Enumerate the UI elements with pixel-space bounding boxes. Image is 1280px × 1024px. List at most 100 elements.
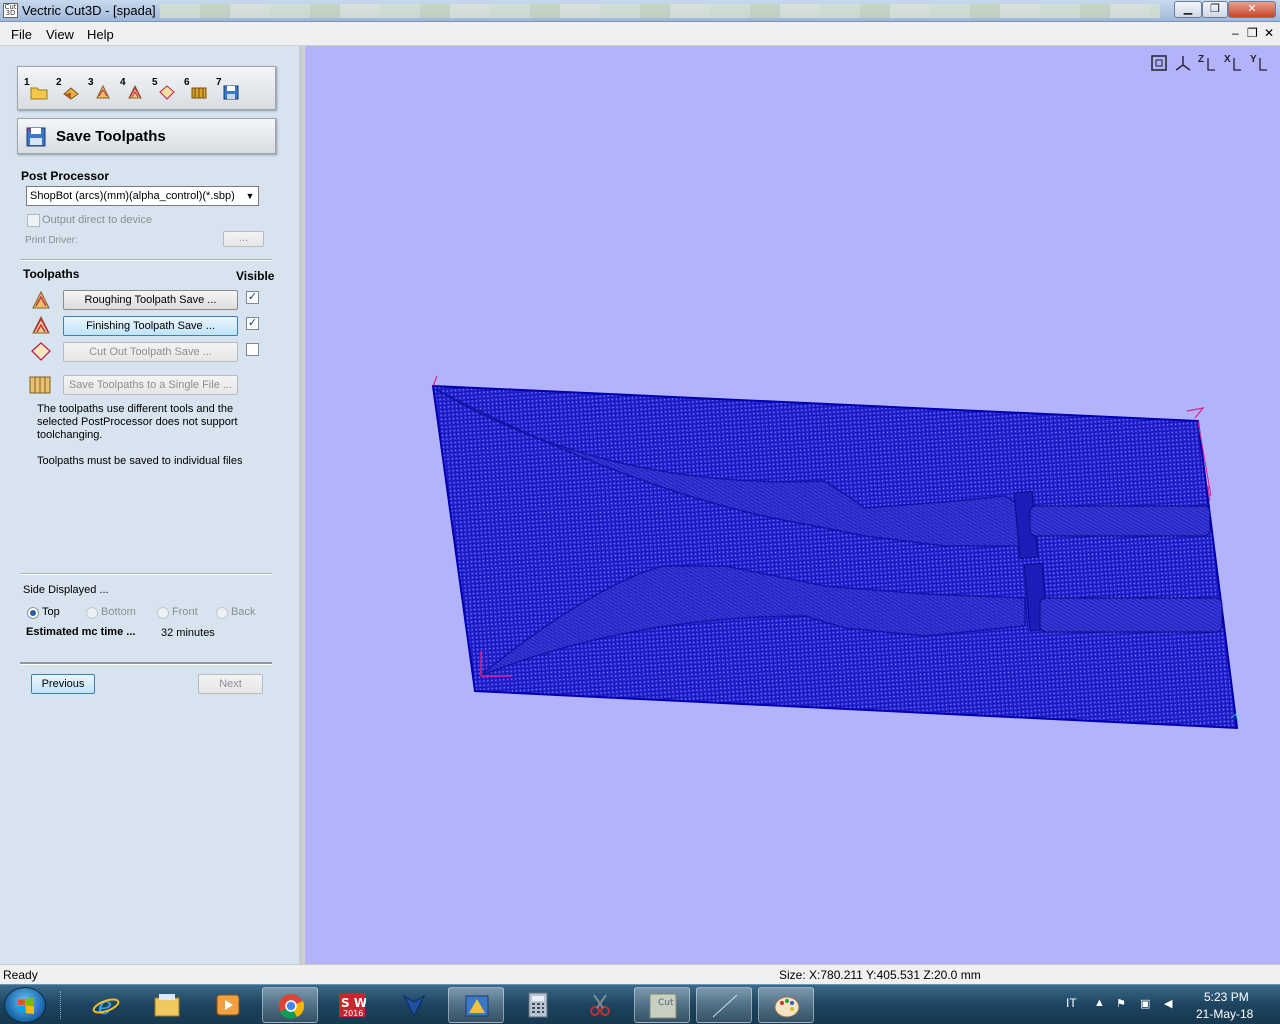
start-button[interactable] xyxy=(4,987,46,1023)
roughing-toolpath-icon xyxy=(32,290,50,309)
calculator-icon[interactable] xyxy=(510,987,566,1023)
finishing-visible-checkbox[interactable]: ✓ xyxy=(246,317,259,330)
solidworks-label: S W xyxy=(341,996,366,1010)
mdi-restore-button[interactable]: ❐ xyxy=(1247,26,1258,40)
left-panel: 1 2 3 4 5 6 7 Save Toolpaths Post Proces… xyxy=(0,46,302,964)
internet-explorer-icon[interactable]: e xyxy=(78,987,134,1023)
step1-open-icon[interactable]: 1 xyxy=(24,77,50,103)
snipping-icon[interactable] xyxy=(572,987,628,1023)
menu-bar: File View Help – ❐ ✕ xyxy=(0,22,1280,46)
clock-date[interactable]: 21-May-18 xyxy=(1196,1007,1253,1021)
window-icon[interactable] xyxy=(696,987,752,1023)
lower-handle xyxy=(1039,597,1223,633)
cut3d-label: Cut 3D xyxy=(658,998,677,1008)
cutout-save-button[interactable]: Cut Out Toolpath Save ... xyxy=(63,342,238,362)
volume-icon[interactable]: ◀ xyxy=(1164,997,1178,1011)
svg-text:e: e xyxy=(98,992,112,1018)
step-number: 1 xyxy=(24,77,30,88)
fit-view-icon[interactable] xyxy=(1150,54,1170,74)
minimize-button[interactable]: ▁ xyxy=(1174,1,1202,18)
side-back-radio[interactable] xyxy=(216,607,228,619)
status-bar: Ready Size: X:780.211 Y:405.531 Z:20.0 m… xyxy=(0,964,1280,984)
view-y-icon[interactable]: Y xyxy=(1250,54,1270,74)
post-processor-select[interactable]: ShopBot (arcs)(mm)(alpha_control)(*.sbp)… xyxy=(26,186,259,206)
step6-preview-icon[interactable]: 6 xyxy=(184,77,210,103)
single-file-icon xyxy=(29,376,51,394)
network-icon[interactable]: ▣ xyxy=(1140,997,1154,1011)
toolpath-preview[interactable] xyxy=(305,46,1280,964)
cutout-visible-checkbox[interactable] xyxy=(246,343,259,356)
estimated-time-label: Estimated mc time ... xyxy=(26,626,136,638)
cut3d-tool-icon[interactable] xyxy=(448,987,504,1023)
cut3d-icon[interactable]: Cut 3D xyxy=(634,987,690,1023)
iso-view-icon[interactable] xyxy=(1174,54,1194,74)
view-x-icon[interactable]: X xyxy=(1224,54,1244,74)
side-back-label: Back xyxy=(231,606,256,618)
panel-header: Save Toolpaths xyxy=(17,118,276,154)
step2-orient-icon[interactable]: 2 xyxy=(56,77,82,103)
print-driver-label: Print Driver: xyxy=(25,235,78,246)
close-button[interactable]: ✕ xyxy=(1228,1,1276,18)
model-size-text: Size: X:780.211 Y:405.531 Z:20.0 mm xyxy=(779,968,981,982)
side-top-radio[interactable] xyxy=(27,607,39,619)
action-center-icon[interactable]: ⚑ xyxy=(1116,997,1130,1011)
paint-icon[interactable] xyxy=(758,987,814,1023)
wizard-toolbar: 1 2 3 4 5 6 7 xyxy=(17,66,276,110)
next-button[interactable]: Next xyxy=(198,674,263,694)
save-single-file-button[interactable]: Save Toolpaths to a Single File ... xyxy=(63,375,238,395)
view-x-label: X xyxy=(1224,54,1231,65)
output-direct-label: Output direct to device xyxy=(42,214,153,226)
view-z-icon[interactable]: Z xyxy=(1198,54,1218,74)
maximize-button[interactable]: ❐ xyxy=(1202,1,1228,18)
3d-viewport[interactable]: Z X Y xyxy=(305,46,1280,964)
language-indicator[interactable]: IT xyxy=(1066,996,1077,1010)
taskbar: e S W2016 Cut 3D IT ▲ ⚑ ▣ ◀ 5:23 PM 21-M… xyxy=(0,984,1280,1024)
menu-file[interactable]: File xyxy=(11,27,32,42)
mdi-close-button[interactable]: ✕ xyxy=(1264,26,1274,40)
mdi-minimize-button[interactable]: – xyxy=(1232,26,1239,40)
side-displayed-label: Side Displayed ... xyxy=(23,584,109,596)
post-processor-label: Post Processor xyxy=(21,169,110,183)
step-number: 2 xyxy=(56,77,62,88)
toolchange-info-text: The toolpaths use different tools and th… xyxy=(37,403,238,441)
file-explorer-icon[interactable] xyxy=(139,987,195,1023)
side-bottom-label: Bottom xyxy=(101,606,136,618)
side-bottom-radio[interactable] xyxy=(86,607,98,619)
individual-files-info-text: Toolpaths must be saved to individual fi… xyxy=(37,455,243,467)
show-hidden-icons-icon[interactable]: ▲ xyxy=(1094,997,1108,1011)
previous-button[interactable]: Previous xyxy=(31,674,95,694)
step5-cutout-icon[interactable]: 5 xyxy=(152,77,178,103)
output-direct-checkbox[interactable] xyxy=(27,214,40,227)
side-front-radio[interactable] xyxy=(157,607,169,619)
window-title: Vectric Cut3D - [spada] xyxy=(22,3,156,18)
print-driver-button[interactable]: ... xyxy=(223,231,264,247)
divider xyxy=(20,573,272,575)
clock-time[interactable]: 5:23 PM xyxy=(1204,990,1249,1004)
media-player-icon[interactable] xyxy=(200,987,256,1023)
step7-save-icon[interactable]: 7 xyxy=(216,77,242,103)
chevron-down-icon[interactable]: ▼ xyxy=(242,187,258,205)
estimated-time-value: 32 minutes xyxy=(161,627,215,639)
solidworks-icon[interactable]: S W 2016 xyxy=(324,987,380,1023)
step4-finishing-icon[interactable]: 4 xyxy=(120,77,146,103)
solidworks-year: 2016 xyxy=(343,1009,363,1018)
taskbar-grip xyxy=(60,991,66,1019)
menu-view[interactable]: View xyxy=(46,27,74,42)
panel-title: Save Toolpaths xyxy=(56,128,166,145)
save-disk-icon xyxy=(26,127,46,147)
finishing-save-button[interactable]: Finishing Toolpath Save ... xyxy=(63,316,238,336)
menu-help[interactable]: Help xyxy=(87,27,114,42)
roughing-visible-checkbox[interactable]: ✓ xyxy=(246,291,259,304)
step-number: 4 xyxy=(120,77,126,88)
vectric-icon[interactable] xyxy=(386,987,442,1023)
view-controls: Z X Y xyxy=(1150,54,1275,74)
titlebar-background xyxy=(160,4,1160,18)
visible-label: Visible xyxy=(236,269,275,283)
title-bar: Cut 3D Vectric Cut3D - [spada] ▁ ❐ ✕ xyxy=(0,0,1280,22)
upper-handle xyxy=(1029,505,1211,537)
status-text: Ready xyxy=(3,968,38,982)
stock-mesh xyxy=(431,384,1239,730)
chrome-icon[interactable] xyxy=(262,987,318,1023)
roughing-save-button[interactable]: Roughing Toolpath Save ... xyxy=(63,290,238,310)
step3-roughing-icon[interactable]: 3 xyxy=(88,77,114,103)
